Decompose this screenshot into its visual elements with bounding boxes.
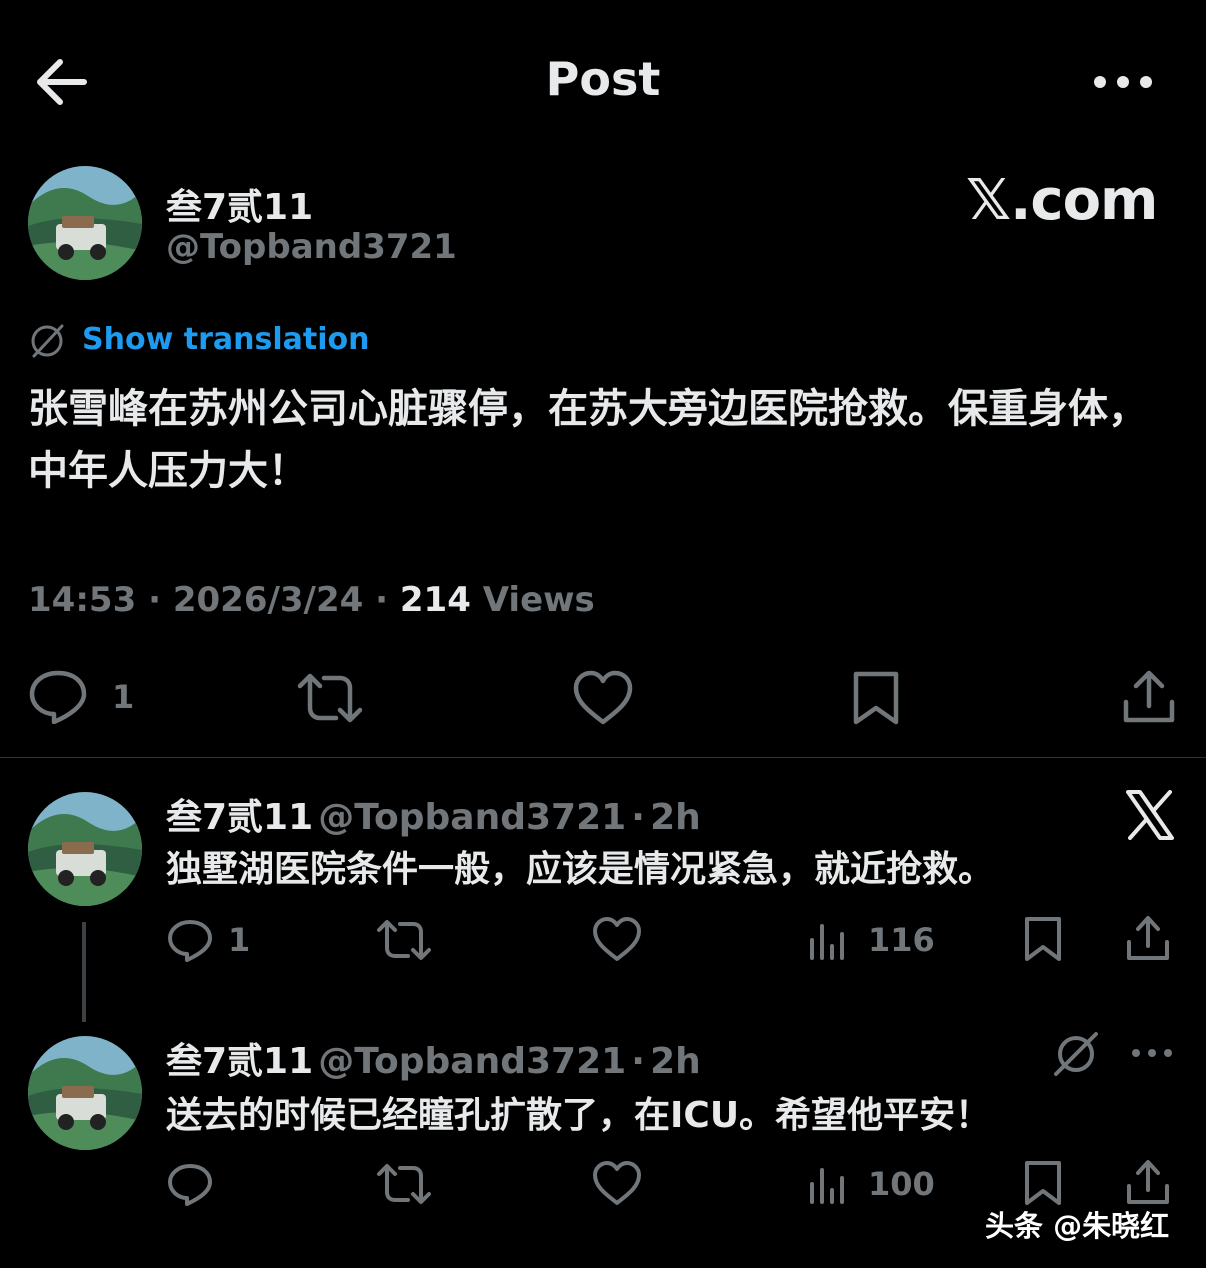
author-handle[interactable]: @Topband3721 bbox=[166, 227, 457, 267]
more-options-button[interactable] bbox=[1092, 70, 1154, 94]
reply-header: 叁7贰11 @Topband3721 · 2h bbox=[166, 1032, 701, 1084]
meta-separator: · bbox=[375, 580, 389, 620]
like-button[interactable] bbox=[592, 916, 642, 962]
share-icon bbox=[1123, 670, 1175, 723]
reply-text: 送去的时候已经瞳孔扩散了，在ICU。希望他平安！ bbox=[166, 1095, 992, 1136]
bookmark-icon bbox=[1025, 1161, 1061, 1205]
bookmark-button[interactable] bbox=[850, 670, 902, 726]
analytics-icon bbox=[810, 1168, 844, 1204]
reply-button[interactable] bbox=[28, 668, 88, 724]
more-horizontal-icon bbox=[1132, 1049, 1172, 1057]
repost-button[interactable] bbox=[376, 1162, 432, 1206]
avatar-image bbox=[28, 166, 142, 280]
reply-age: 2h bbox=[650, 1041, 701, 1082]
show-translation-link[interactable]: Show translation bbox=[82, 322, 369, 357]
reply-age: 2h bbox=[650, 797, 701, 838]
share-button[interactable] bbox=[1126, 914, 1170, 962]
heart-icon bbox=[593, 1161, 641, 1205]
meta-separator: · bbox=[148, 580, 161, 620]
share-icon bbox=[1127, 916, 1169, 960]
author-name[interactable]: 叁7贰11 bbox=[166, 178, 313, 230]
like-button[interactable] bbox=[572, 670, 634, 726]
author-name[interactable]: 叁7贰11 bbox=[166, 797, 313, 838]
heart-icon bbox=[573, 670, 633, 725]
bookmark-button[interactable] bbox=[1022, 1160, 1064, 1206]
more-horizontal-icon bbox=[1094, 76, 1152, 88]
views-label: Views bbox=[482, 580, 595, 620]
bookmark-icon bbox=[853, 671, 899, 725]
avatar[interactable] bbox=[28, 166, 142, 280]
analytics-icon bbox=[810, 924, 844, 960]
reply-count: 1 bbox=[228, 921, 251, 959]
bookmark-button[interactable] bbox=[1022, 916, 1064, 962]
grok-icon[interactable] bbox=[1052, 1030, 1100, 1078]
grok-icon bbox=[26, 320, 68, 362]
post-meta: 14:53 · 2026/3/24 · 214 Views bbox=[28, 580, 595, 620]
repost-icon bbox=[377, 920, 431, 960]
repost-button[interactable] bbox=[376, 918, 432, 962]
reply-button[interactable] bbox=[166, 1162, 214, 1206]
share-button[interactable] bbox=[1126, 1158, 1170, 1206]
avatar[interactable] bbox=[28, 1036, 142, 1150]
post-text: 张雪峰在苏州公司心脏骤停，在苏大旁边医院抢救。保重身体，中年人压力大！ bbox=[28, 386, 1148, 494]
repost-icon bbox=[377, 1164, 431, 1204]
reply-button[interactable] bbox=[166, 918, 214, 962]
views-button[interactable] bbox=[808, 918, 852, 962]
views-count: 100 bbox=[868, 1165, 935, 1203]
bookmark-icon bbox=[1025, 917, 1061, 961]
reply-icon bbox=[168, 1164, 212, 1206]
reply-count: 1 bbox=[112, 678, 135, 716]
reply-icon bbox=[168, 920, 212, 962]
share-button[interactable] bbox=[1122, 668, 1176, 726]
avatar-image bbox=[28, 1036, 142, 1150]
divider bbox=[0, 757, 1206, 758]
more-options-button[interactable] bbox=[1130, 1046, 1174, 1060]
post-time: 14:53 bbox=[28, 580, 137, 620]
author-handle[interactable]: @Topband3721 bbox=[318, 797, 626, 838]
reply-text: 独墅湖医院条件一般，应该是情况紧急，就近抢救。 bbox=[166, 849, 995, 890]
x-logo-icon bbox=[1126, 790, 1174, 840]
author-handle[interactable]: @Topband3721 bbox=[318, 1041, 626, 1082]
reply-icon bbox=[29, 670, 87, 724]
avatar-image bbox=[28, 792, 142, 906]
meta-separator: · bbox=[631, 1041, 645, 1082]
like-button[interactable] bbox=[592, 1160, 642, 1206]
page-title: Post bbox=[545, 52, 661, 106]
views-count: 116 bbox=[868, 921, 935, 959]
views-count: 214 bbox=[399, 580, 471, 620]
author-name[interactable]: 叁7贰11 bbox=[166, 1041, 313, 1082]
meta-separator: · bbox=[631, 797, 645, 838]
source-watermark: 头条 @朱晓红 bbox=[985, 1209, 1170, 1243]
repost-icon bbox=[297, 673, 363, 723]
thread-line bbox=[82, 922, 86, 1022]
brand-watermark: 𝕏.com bbox=[966, 168, 1158, 233]
views-button[interactable] bbox=[808, 1162, 852, 1206]
repost-button[interactable] bbox=[296, 672, 364, 724]
heart-icon bbox=[593, 917, 641, 961]
share-icon bbox=[1127, 1160, 1169, 1204]
post-date: 2026/3/24 bbox=[172, 580, 364, 620]
avatar[interactable] bbox=[28, 792, 142, 906]
reply-header: 叁7贰11 @Topband3721 · 2h bbox=[166, 788, 701, 840]
